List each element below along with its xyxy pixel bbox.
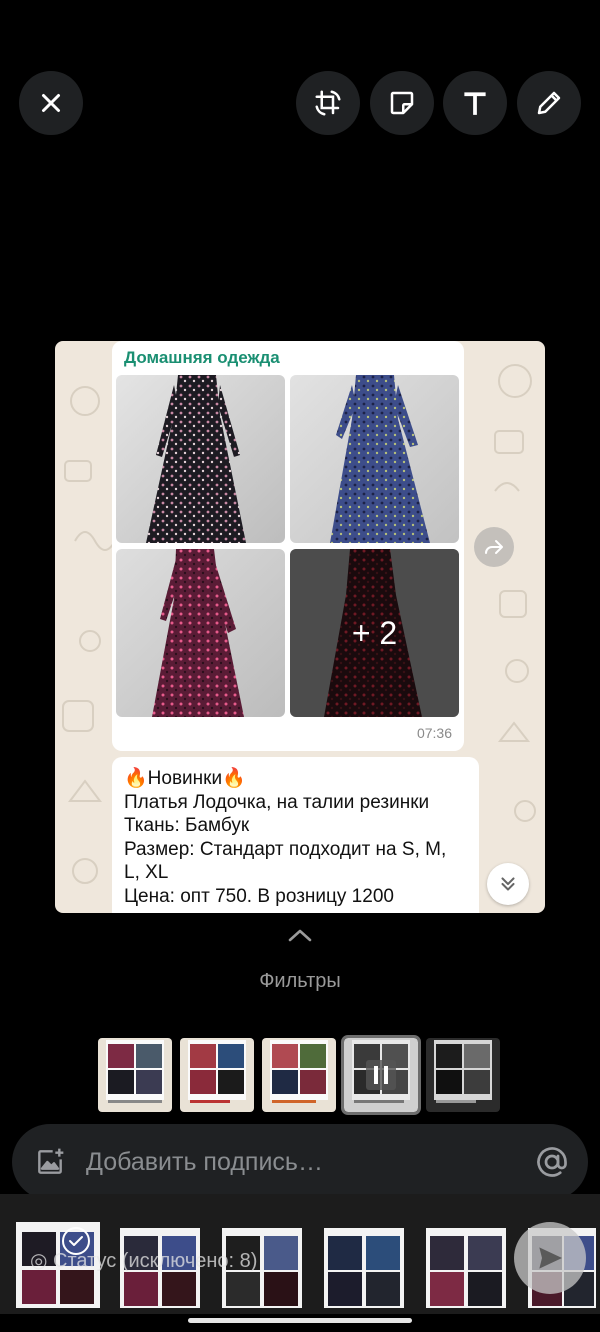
album-photo-3[interactable]: [116, 549, 285, 717]
dress-photo: [116, 375, 285, 543]
text-icon: [464, 92, 486, 115]
message-time: 07:36: [416, 725, 452, 741]
mention-icon[interactable]: [534, 1144, 570, 1180]
message-line: Ткань: Бамбук: [124, 815, 250, 836]
filter-preview: [344, 1038, 418, 1112]
album-photo-2[interactable]: [290, 375, 459, 543]
filter-option-1[interactable]: [98, 1038, 172, 1112]
message-bubble-text[interactable]: 🔥Новинки🔥 Платья Лодочка, на талии резин…: [112, 757, 479, 913]
double-chevron-down-icon: [501, 877, 515, 891]
message-line: Цена: опт 750. В розницу 1200: [124, 885, 394, 907]
text-button[interactable]: [443, 71, 507, 135]
crop-rotate-button[interactable]: [296, 71, 360, 135]
filter-preview: [98, 1038, 172, 1112]
close-button[interactable]: [19, 71, 83, 135]
album-photo-1[interactable]: [116, 375, 285, 543]
home-indicator[interactable]: [188, 1318, 412, 1323]
status-icon: ◎: [30, 1250, 54, 1272]
filter-option-3[interactable]: [262, 1038, 336, 1112]
message-line: Платья Лодочка, на талии резинки: [124, 791, 430, 813]
add-image-icon[interactable]: [34, 1146, 66, 1178]
forward-icon: [485, 540, 503, 554]
message-bubble-album[interactable]: Домашняя одежда + 2 07:36: [112, 341, 464, 751]
sticker-icon: [390, 91, 414, 115]
status-recipients[interactable]: ◎ Статус (исключено: 8): [30, 1248, 257, 1273]
album-photo-4[interactable]: + 2: [290, 549, 459, 717]
media-preview: [426, 1228, 506, 1308]
message-line: Размер: Стандарт подходит на S, M,: [124, 838, 447, 860]
more-photos-count: + 2: [351, 614, 398, 651]
filter-option-2[interactable]: [180, 1038, 254, 1112]
forward-button[interactable]: [474, 527, 514, 567]
media-thumb-5[interactable]: [426, 1228, 506, 1308]
message-line: L, XL: [124, 862, 169, 883]
draw-button[interactable]: [517, 71, 581, 135]
image-preview[interactable]: Домашняя одежда + 2 07:36 🔥Новинки🔥 Плат…: [55, 341, 545, 913]
dress-photo: [290, 375, 459, 543]
send-button[interactable]: [514, 1222, 586, 1294]
media-thumb-4[interactable]: [324, 1228, 404, 1308]
filter-option-5[interactable]: [426, 1038, 500, 1112]
caption-input[interactable]: [86, 1144, 506, 1180]
pencil-icon: [537, 91, 561, 115]
chevron-up-icon[interactable]: [286, 926, 314, 944]
chat-title: Домашняя одежда: [124, 348, 280, 367]
filter-preview: [426, 1038, 500, 1112]
status-label: Статус (исключено: 8): [53, 1250, 258, 1272]
caption-bar: [12, 1124, 588, 1200]
filter-preview: [262, 1038, 336, 1112]
dress-photo: [116, 549, 285, 717]
sticker-button[interactable]: [370, 71, 434, 135]
crop-rotate-icon: [315, 90, 341, 116]
filters-label[interactable]: Фильтры: [0, 970, 600, 993]
send-icon: [539, 1247, 562, 1269]
close-icon: [42, 94, 60, 112]
message-line: 🔥Новинки🔥: [124, 768, 246, 789]
scroll-down-button[interactable]: [487, 863, 529, 905]
filter-preview: [180, 1038, 254, 1112]
media-preview: [324, 1228, 404, 1308]
filter-option-4[interactable]: [341, 1035, 421, 1115]
